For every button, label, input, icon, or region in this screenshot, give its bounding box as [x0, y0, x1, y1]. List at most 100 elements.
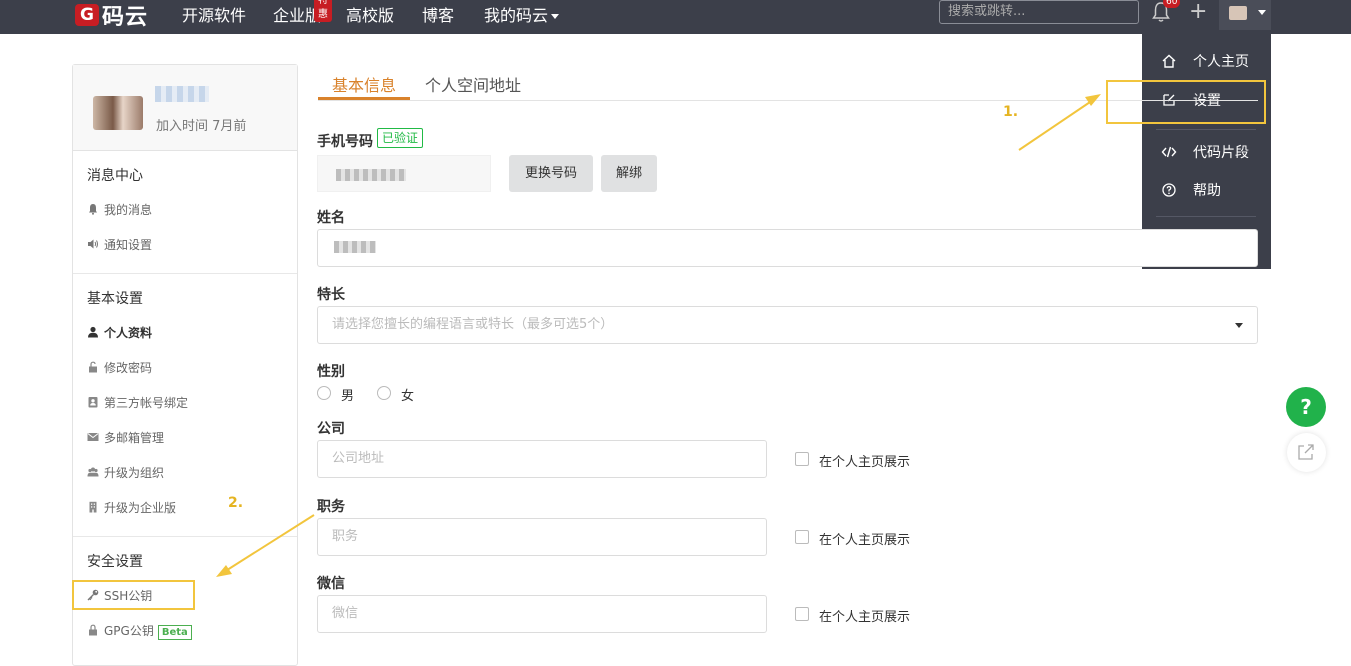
- user-icon: [88, 326, 98, 338]
- sidebar-item-label: 个人资料: [104, 326, 153, 340]
- wechat-show-label: 在个人主页展示: [819, 610, 911, 625]
- annotation-step-1: 1.: [1003, 104, 1019, 120]
- company-show-label: 在个人主页展示: [819, 455, 911, 470]
- search-input[interactable]: 搜索或跳转...: [939, 0, 1139, 24]
- nav-my-gitee-label: 我的码云: [484, 6, 549, 25]
- arrow-to-settings: [1018, 97, 1097, 151]
- settings-sidebar: 加入时间 7月前 消息中心 我的消息 通知设置 基本设置 个人资料 修改密码 第…: [72, 64, 298, 666]
- menu-item-label: 代码片段: [1193, 145, 1249, 161]
- divider: [73, 273, 297, 274]
- bell-icon: [89, 204, 97, 215]
- unbind-button[interactable]: 解绑: [601, 155, 657, 192]
- sidebar-item-emails[interactable]: 多邮箱管理: [87, 428, 164, 448]
- chevron-down-icon: [1235, 323, 1243, 328]
- ssh-keys-highlight-box: [72, 580, 195, 610]
- phone-label: 手机号码: [317, 134, 373, 150]
- section-title-security: 安全设置: [87, 554, 143, 570]
- gender-female-label: 女: [401, 389, 415, 404]
- profile-card: 加入时间 7月前: [73, 65, 297, 151]
- lock-icon: [89, 624, 97, 636]
- phone-display: [317, 155, 491, 192]
- users-icon: [87, 467, 99, 477]
- plus-icon[interactable]: +: [1189, 1, 1207, 23]
- tab-space-address[interactable]: 个人空间地址: [425, 72, 521, 96]
- gender-label: 性别: [317, 364, 345, 380]
- sidebar-item-notify-settings[interactable]: 通知设置: [87, 235, 152, 255]
- position-show-label: 在个人主页展示: [819, 533, 911, 548]
- verified-badge: 已验证: [377, 128, 424, 148]
- building-icon: [89, 501, 97, 513]
- sidebar-item-my-messages[interactable]: 我的消息: [87, 200, 152, 220]
- notification-count-badge: 60: [1163, 0, 1181, 8]
- gender-female-radio[interactable]: [377, 386, 391, 400]
- annotation-step-2: 2.: [228, 495, 244, 511]
- specialty-placeholder: 请选择您擅长的编程语言或特长（最多可选5个）: [332, 317, 614, 332]
- menu-item-snippets[interactable]: 代码片段: [1142, 137, 1271, 167]
- sidebar-item-upgrade-org[interactable]: 升级为组织: [87, 463, 164, 483]
- avatar[interactable]: [93, 96, 143, 130]
- unlock-icon: [89, 361, 97, 373]
- nav-my-gitee[interactable]: 我的码云: [484, 2, 560, 26]
- sidebar-item-label: 通知设置: [104, 238, 153, 252]
- menu-item-help[interactable]: 帮助: [1142, 175, 1271, 205]
- logo-mark-icon: G: [75, 4, 99, 26]
- chevron-down-icon: [1258, 10, 1266, 15]
- tab-basic-info[interactable]: 基本信息: [332, 72, 396, 96]
- name-label: 姓名: [317, 210, 345, 226]
- company-show-checkbox[interactable]: [795, 452, 809, 466]
- top-navbar: G 码云 开源软件 企业版 特惠 高校版 博客 我的码云 搜索或跳转... 60…: [0, 0, 1351, 34]
- menu-divider: [1156, 216, 1256, 217]
- nav-university[interactable]: 高校版: [346, 2, 394, 26]
- position-label: 职务: [317, 499, 345, 515]
- active-tab-indicator: [318, 97, 410, 100]
- feedback-fab-button[interactable]: [1287, 433, 1326, 472]
- chevron-down-icon: [551, 14, 560, 19]
- help-fab-button[interactable]: ?: [1286, 387, 1326, 427]
- wechat-label: 微信: [317, 576, 345, 592]
- id-card-icon: [88, 397, 98, 408]
- section-title-messages: 消息中心: [87, 168, 143, 184]
- sidebar-item-third-party[interactable]: 第三方帐号绑定: [87, 393, 188, 413]
- divider: [73, 536, 297, 537]
- name-input[interactable]: [317, 229, 1258, 267]
- sidebar-item-change-password[interactable]: 修改密码: [87, 358, 152, 378]
- section-title-basic: 基本设置: [87, 291, 143, 307]
- logo[interactable]: G 码云: [75, 0, 148, 30]
- beta-badge: Beta: [157, 625, 192, 640]
- wechat-show-checkbox[interactable]: [795, 607, 809, 621]
- sidebar-item-label: 修改密码: [104, 361, 153, 375]
- menu-divider: [1156, 129, 1256, 130]
- sidebar-item-label: 升级为企业版: [104, 501, 177, 515]
- nav-open-source[interactable]: 开源软件: [182, 2, 246, 26]
- position-show-checkbox[interactable]: [795, 530, 809, 544]
- specialty-label: 特长: [317, 287, 345, 303]
- sidebar-item-label: 第三方帐号绑定: [104, 396, 189, 410]
- avatar: [1229, 6, 1247, 20]
- company-input[interactable]: 公司地址: [317, 440, 767, 478]
- blurred-name: [334, 241, 376, 253]
- blurred-phone: [336, 169, 406, 181]
- company-label: 公司: [317, 421, 345, 437]
- sidebar-item-label: 多邮箱管理: [104, 431, 165, 445]
- help-icon: [1162, 183, 1176, 197]
- sidebar-item-gpg-keys[interactable]: GPG公钥 Beta: [87, 621, 192, 641]
- join-time: 加入时间 7月前: [156, 119, 247, 134]
- settings-highlight-box: [1106, 80, 1266, 124]
- code-icon: [1161, 146, 1177, 158]
- external-edit-icon: [1298, 444, 1314, 460]
- logo-text: 码云: [102, 5, 149, 30]
- specialty-select[interactable]: 请选择您擅长的编程语言或特长（最多可选5个）: [317, 306, 1258, 344]
- user-menu-toggle[interactable]: [1219, 0, 1271, 30]
- gender-male-label: 男: [341, 389, 355, 404]
- volume-icon: [88, 239, 98, 249]
- sidebar-item-label: 升级为组织: [104, 466, 165, 480]
- nav-blog[interactable]: 博客: [422, 2, 454, 26]
- change-phone-button[interactable]: 更换号码: [509, 155, 593, 192]
- gender-male-radio[interactable]: [317, 386, 331, 400]
- menu-item-label: 帮助: [1193, 183, 1221, 199]
- sidebar-item-profile[interactable]: 个人资料: [87, 323, 152, 343]
- sidebar-item-label: 我的消息: [104, 203, 153, 217]
- position-input[interactable]: 职务: [317, 518, 767, 556]
- wechat-input[interactable]: 微信: [317, 595, 767, 633]
- sidebar-item-upgrade-enterprise[interactable]: 升级为企业版: [87, 498, 176, 518]
